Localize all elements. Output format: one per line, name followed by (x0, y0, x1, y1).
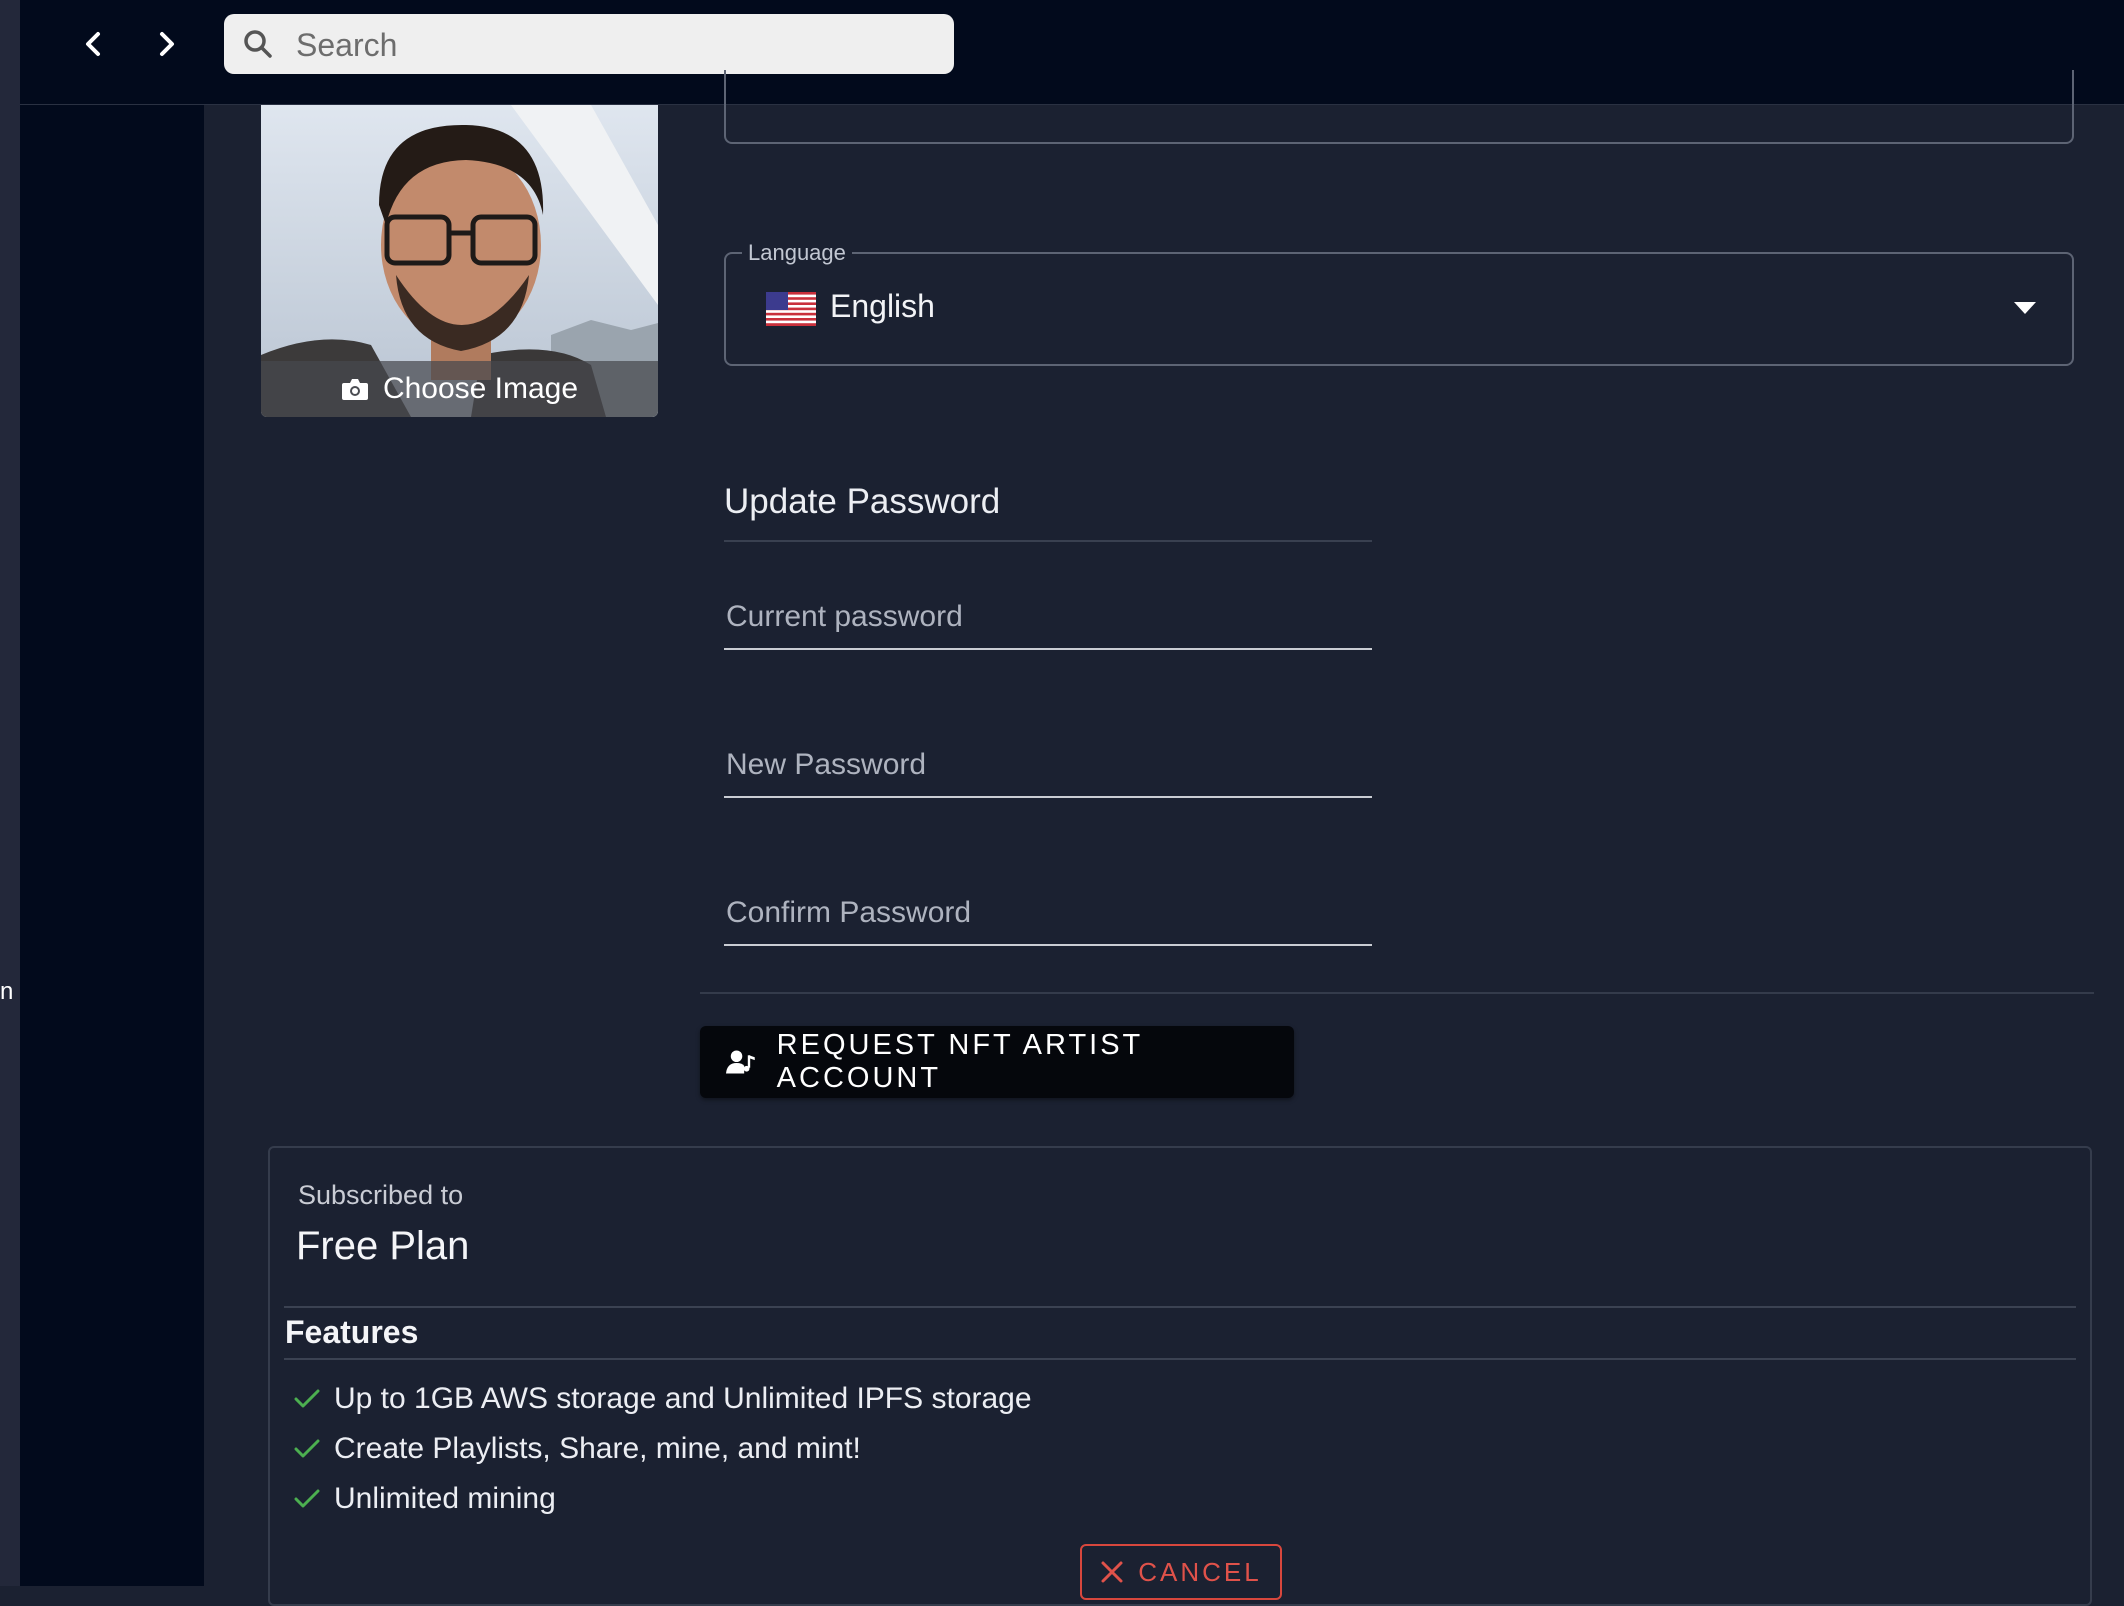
feature-item: Unlimited mining (294, 1482, 556, 1516)
update-password-heading: Update Password (724, 482, 1372, 542)
section-divider (700, 992, 2094, 994)
feature-item: Up to 1GB AWS storage and Unlimited IPFS… (294, 1382, 1032, 1416)
caret-down-icon (2014, 302, 2036, 314)
chevron-right-icon (160, 32, 174, 56)
check-icon (294, 1389, 320, 1408)
check-icon (294, 1439, 320, 1458)
language-label: Language (742, 240, 852, 266)
feature-text: Unlimited mining (334, 1482, 556, 1515)
cancel-label: CANCEL (1138, 1556, 1262, 1587)
new-password-field[interactable] (724, 732, 1376, 798)
choose-image-button[interactable]: Choose Image (261, 361, 658, 417)
new-password-input[interactable] (724, 732, 1376, 798)
subscription-card (268, 1146, 2092, 1606)
close-icon (1101, 1561, 1123, 1583)
back-button[interactable] (72, 22, 116, 66)
profile-text-field[interactable] (724, 70, 2074, 144)
forward-button[interactable] (144, 22, 188, 66)
request-nft-artist-label: REQUEST NFT ARTIST ACCOUNT (776, 1029, 1143, 1094)
chevron-left-icon (86, 32, 100, 56)
artist-account-icon (726, 1050, 755, 1074)
search-bar[interactable] (224, 14, 954, 76)
feature-text: Create Playlists, Share, mine, and mint! (334, 1432, 861, 1465)
search-input[interactable] (294, 14, 938, 76)
feature-item: Create Playlists, Share, mine, and mint! (294, 1432, 861, 1466)
features-heading: Features (285, 1314, 419, 1350)
request-nft-artist-button[interactable]: REQUEST NFT ARTIST ACCOUNT (700, 1026, 1294, 1098)
card-divider (284, 1306, 2076, 1308)
features-divider (284, 1358, 2076, 1360)
choose-image-label: Choose Image (382, 372, 579, 405)
plan-name: Free Plan (296, 1224, 470, 1268)
check-icon (294, 1489, 320, 1508)
language-value: English (830, 288, 935, 324)
camera-icon (341, 379, 368, 400)
cancel-subscription-button[interactable]: CANCEL (1080, 1544, 1282, 1600)
feature-text: Up to 1GB AWS storage and Unlimited IPFS… (334, 1382, 1032, 1415)
profile-image-card: Choose Image (261, 105, 658, 417)
search-icon (244, 30, 272, 58)
current-password-field[interactable] (724, 584, 1376, 650)
confirm-password-field[interactable] (724, 880, 1376, 946)
edge-glyph: n (0, 978, 14, 1005)
language-select[interactable]: English (724, 252, 2074, 366)
subscribed-to-label: Subscribed to (298, 1180, 464, 1210)
confirm-password-input[interactable] (724, 880, 1376, 946)
window-left-edge: n (0, 0, 20, 1586)
current-password-input[interactable] (724, 584, 1376, 650)
sidebar (20, 105, 204, 1586)
us-flag-icon (766, 292, 816, 326)
